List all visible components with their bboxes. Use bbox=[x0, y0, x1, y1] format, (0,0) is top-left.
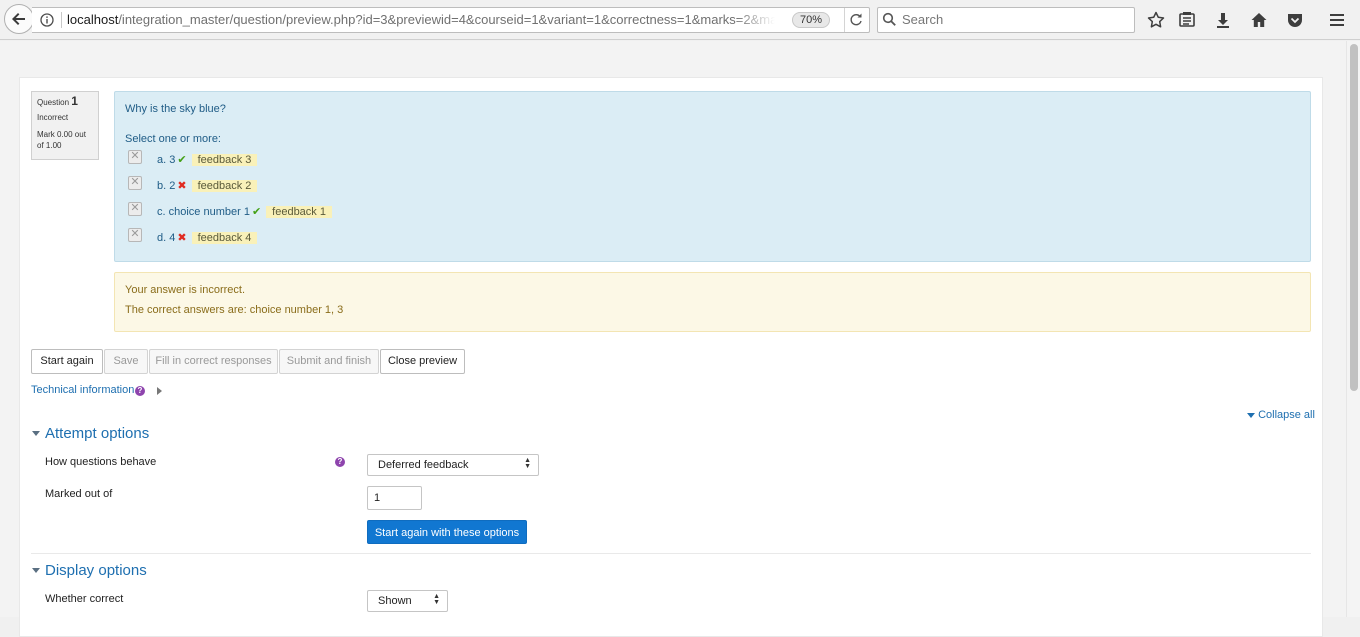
menu-icon[interactable] bbox=[1327, 10, 1347, 30]
collapse-icon bbox=[1247, 412, 1255, 418]
display-options-title: Display options bbox=[45, 562, 147, 579]
whether-correct-label: Whether correct bbox=[45, 593, 124, 605]
section-divider bbox=[31, 553, 1311, 554]
submit-finish-button[interactable]: Submit and finish bbox=[279, 349, 379, 374]
answer-checkbox[interactable]: ✕ bbox=[128, 228, 142, 242]
scrollbar-thumb[interactable] bbox=[1350, 44, 1358, 391]
answer-label: a. 3 bbox=[157, 154, 176, 166]
help-icon[interactable]: ? bbox=[335, 457, 345, 467]
reload-icon[interactable] bbox=[848, 12, 864, 28]
address-bar[interactable]: localhost/integration_master/question/pr… bbox=[32, 7, 870, 33]
question-info: Question 1 Incorrect Mark 0.00 out of 1.… bbox=[31, 91, 99, 160]
vertical-scrollbar[interactable] bbox=[1346, 41, 1360, 617]
answer-checkbox[interactable]: ✕ bbox=[128, 202, 142, 216]
behaviour-select[interactable]: Deferred feedback ▲ ▼ bbox=[367, 454, 539, 476]
url-separator bbox=[61, 12, 62, 28]
whether-correct-value: Shown bbox=[378, 595, 412, 607]
collapse-all-label: Collapse all bbox=[1258, 409, 1315, 421]
url-host: localhost bbox=[67, 12, 119, 27]
answer-option: ✕ c. choice number 1 ✔ feedback 1 bbox=[128, 202, 728, 220]
answer-label: c. choice number 1 bbox=[157, 206, 250, 218]
back-button[interactable] bbox=[4, 4, 34, 34]
collapse-all-link[interactable]: Collapse all bbox=[1247, 409, 1315, 421]
technical-information-link[interactable]: Technical information bbox=[31, 384, 134, 396]
question-outcome: Your answer is incorrect. The correct an… bbox=[114, 272, 1311, 332]
question-number-line: Question 1 bbox=[37, 94, 93, 108]
download-icon[interactable] bbox=[1213, 10, 1233, 30]
check-icon: ✔ bbox=[251, 206, 262, 218]
question-state: Incorrect bbox=[37, 113, 69, 122]
behaviour-label: How questions behave bbox=[45, 456, 157, 468]
answer-feedback: feedback 1 bbox=[266, 206, 332, 218]
save-button[interactable]: Save bbox=[104, 349, 148, 374]
answer-label: d. 4 bbox=[157, 232, 176, 244]
question-label: Question bbox=[37, 98, 70, 107]
section-toggle-icon bbox=[32, 567, 40, 573]
arrow-left-icon bbox=[12, 13, 25, 25]
zoom-indicator[interactable]: 70% bbox=[792, 12, 831, 28]
select-arrows-icon: ▲ ▼ bbox=[524, 457, 531, 470]
answer-feedback: feedback 2 bbox=[191, 180, 258, 192]
answer-option: ✕ b. 2 ✖ feedback 2 bbox=[128, 176, 728, 194]
answer-checkbox[interactable]: ✕ bbox=[128, 176, 142, 190]
cross-icon: ✖ bbox=[177, 180, 187, 192]
select-arrows-icon: ▲ ▼ bbox=[433, 593, 440, 606]
close-preview-button[interactable]: Close preview bbox=[380, 349, 465, 374]
expand-arrow-icon[interactable] bbox=[157, 387, 162, 395]
start-again-button[interactable]: Start again bbox=[31, 349, 103, 374]
answer-checkbox[interactable]: ✕ bbox=[128, 150, 142, 164]
question-text: Why is the sky blue? bbox=[125, 103, 226, 115]
whether-correct-select[interactable]: Shown ▲ ▼ bbox=[367, 590, 448, 612]
answer-label: b. 2 bbox=[157, 180, 176, 192]
answer-option: ✕ d. 4 ✖ feedback 4 bbox=[128, 228, 728, 246]
question-number: 1 bbox=[71, 94, 78, 108]
answer-feedback: feedback 3 bbox=[191, 154, 258, 166]
bookmark-star-icon[interactable] bbox=[1146, 10, 1166, 30]
marked-out-of-label: Marked out of bbox=[45, 488, 113, 500]
section-toggle-icon bbox=[32, 430, 40, 436]
pocket-icon[interactable] bbox=[1285, 10, 1305, 30]
url-path: /integration_master/question/preview.php… bbox=[118, 12, 775, 27]
info-icon[interactable] bbox=[40, 13, 54, 27]
fill-correct-button[interactable]: Fill in correct responses bbox=[149, 349, 278, 374]
start-again-with-options-button[interactable]: Start again with these options bbox=[367, 520, 527, 544]
question-grade: Mark 0.00 out of 1.00 bbox=[37, 130, 86, 150]
display-options-header[interactable]: Display options bbox=[32, 562, 147, 579]
reading-list-icon[interactable] bbox=[1177, 10, 1197, 30]
home-icon[interactable] bbox=[1249, 10, 1269, 30]
attempt-options-header[interactable]: Attempt options bbox=[32, 425, 149, 442]
outcome-message: Your answer is incorrect. bbox=[125, 284, 246, 296]
check-icon: ✔ bbox=[177, 154, 187, 166]
answer-prompt: Select one or more: bbox=[125, 133, 221, 145]
attempt-options-title: Attempt options bbox=[45, 425, 150, 442]
answer-option: ✕ a. 3 ✔ feedback 3 bbox=[128, 150, 728, 168]
search-bar[interactable]: Search bbox=[877, 7, 1135, 33]
search-placeholder: Search bbox=[902, 12, 944, 27]
question-formulation: Why is the sky blue? Select one or more:… bbox=[114, 91, 1311, 262]
correct-answers: The correct answers are: choice number 1… bbox=[125, 304, 344, 316]
search-icon bbox=[882, 12, 896, 26]
url-text[interactable]: localhost/integration_master/question/pr… bbox=[67, 8, 775, 32]
behaviour-value: Deferred feedback bbox=[378, 459, 469, 471]
answer-feedback: feedback 4 bbox=[191, 232, 258, 244]
browser-toolbar: localhost/integration_master/question/pr… bbox=[0, 0, 1360, 40]
cross-icon: ✖ bbox=[177, 232, 187, 244]
help-icon[interactable]: ? bbox=[135, 386, 145, 396]
marked-out-of-input[interactable]: 1 bbox=[367, 486, 422, 510]
